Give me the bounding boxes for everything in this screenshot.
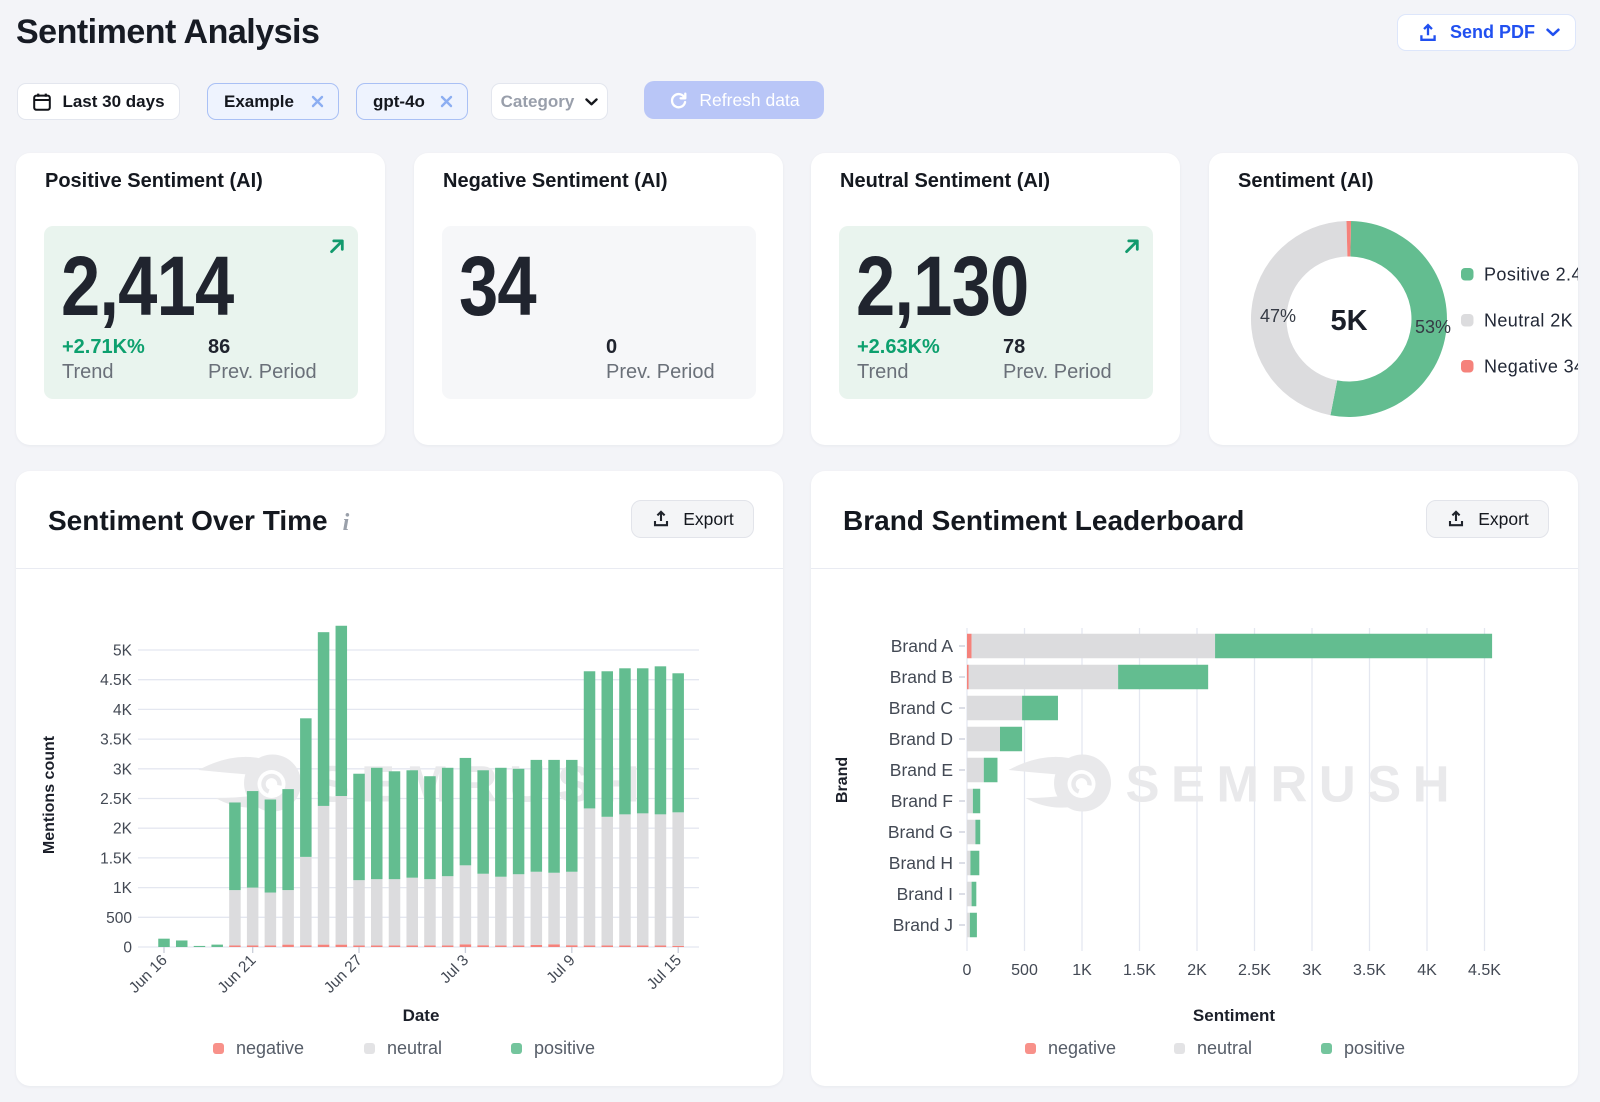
svg-text:2K: 2K [1187,962,1207,979]
svg-text:3K: 3K [1302,962,1322,979]
svg-text:Positive 2.4K (53%): Positive 2.4K (53%) [1484,265,1578,285]
svg-text:3.5K: 3.5K [1353,962,1386,979]
svg-text:500: 500 [1011,962,1038,979]
svg-text:0: 0 [123,940,132,957]
svg-text:53%: 53% [1415,317,1451,337]
svg-text:Brand D: Brand D [889,729,953,749]
svg-text:Brand I: Brand I [897,884,953,904]
svg-text:3.5K: 3.5K [100,732,133,749]
svg-text:47%: 47% [1260,306,1296,326]
svg-text:Sentiment: Sentiment [1193,1006,1276,1025]
svg-text:Date: Date [403,1006,440,1025]
svg-text:negative: negative [1048,1038,1116,1058]
svg-text:SEMRUSH: SEMRUSH [1126,756,1462,813]
svg-text:Jun 16: Jun 16 [126,952,171,997]
svg-text:2.5K: 2.5K [1238,962,1271,979]
svg-text:1K: 1K [1072,962,1092,979]
svg-text:Jun 21: Jun 21 [215,952,260,997]
svg-text:Brand: Brand [834,757,851,803]
svg-text:positive: positive [1344,1038,1405,1058]
svg-text:0: 0 [963,962,972,979]
svg-text:2K: 2K [113,821,133,838]
svg-text:Jul 3: Jul 3 [437,952,472,987]
svg-text:Brand F: Brand F [891,791,953,811]
svg-text:1.5K: 1.5K [1123,962,1156,979]
svg-text:Brand H: Brand H [889,853,953,873]
svg-text:1.5K: 1.5K [100,850,133,867]
svg-text:Neutral 2K (47%): Neutral 2K (47%) [1484,311,1578,331]
svg-text:neutral: neutral [1197,1038,1252,1058]
svg-text:negative: negative [236,1038,304,1058]
svg-text:Mentions count: Mentions count [41,735,58,854]
svg-text:4.5K: 4.5K [100,672,133,689]
svg-text:4.5K: 4.5K [1468,962,1501,979]
svg-text:4K: 4K [113,702,133,719]
svg-text:Jul 15: Jul 15 [644,952,685,993]
svg-text:3K: 3K [113,761,133,778]
svg-text:5K: 5K [113,643,133,660]
svg-text:Negative 34 (1%): Negative 34 (1%) [1484,357,1578,377]
svg-text:Brand J: Brand J [893,915,953,935]
svg-text:Brand C: Brand C [889,698,953,718]
svg-text:5K: 5K [1330,305,1367,337]
svg-text:positive: positive [534,1038,595,1058]
svg-text:Brand G: Brand G [888,822,953,842]
svg-text:Brand E: Brand E [890,760,953,780]
svg-text:Brand A: Brand A [891,636,954,656]
svg-text:4K: 4K [1417,962,1437,979]
svg-text:Jul 9: Jul 9 [543,952,578,987]
svg-text:1K: 1K [113,880,133,897]
svg-text:neutral: neutral [387,1038,442,1058]
svg-text:500: 500 [106,910,132,927]
svg-text:2.5K: 2.5K [100,791,133,808]
svg-text:Brand B: Brand B [890,667,953,687]
svg-text:Jun 27: Jun 27 [321,952,366,997]
